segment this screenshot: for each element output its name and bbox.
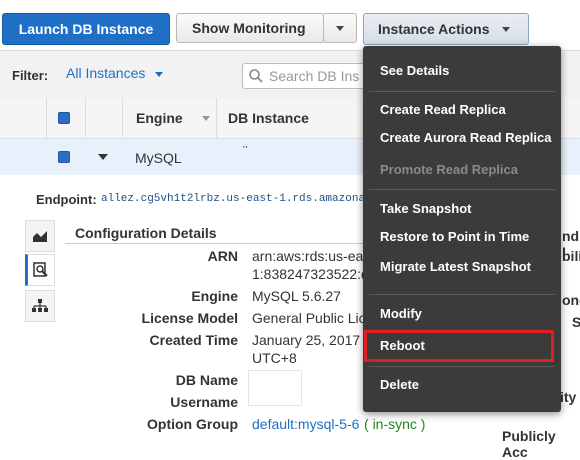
filter-dropdown-value: All Instances [66,65,146,81]
right-fragment: bili [562,248,580,264]
menu-item-see-details[interactable]: See Details [380,63,449,78]
chevron-down-icon [155,71,164,77]
license-model-value: General Public Lic [252,310,366,326]
arn-label: ARN [207,248,238,264]
search-box[interactable]: Search DB Ins [242,63,382,89]
config-section-header: Configuration Details [65,223,365,244]
endpoint-value: allez.cg5vh1t2lrbz.us-east-1.rds.amazona [101,193,366,205]
filter-label: Filter: [12,68,49,83]
right-fragment: ity [560,389,577,405]
section-title: Configuration Details [75,225,217,241]
row-engine: MySQL [135,150,182,166]
menu-item-restore-to-point-in-time[interactable]: Restore to Point in Time [380,229,529,244]
option-group-status: ( in-sync ) [364,416,426,432]
menu-item-take-snapshot[interactable]: Take Snapshot [380,201,472,216]
area-chart-icon [33,231,47,242]
right-fragment: S [572,314,580,330]
column-header-engine[interactable]: Engine [136,110,183,126]
tab-hierarchy[interactable] [25,290,55,322]
menu-item-promote-read-replica: Promote Read Replica [380,162,518,177]
engine-label: Engine [191,288,238,304]
menu-item-delete[interactable]: Delete [380,377,419,392]
tab-details[interactable] [25,254,55,286]
right-fragment: Publicly Acc [502,428,556,460]
arn-value-line2: 1:838247323522:d [252,266,369,282]
option-group-label: Option Group [147,416,238,432]
menu-item-create-aurora-read-replica[interactable]: Create Aurora Read Replica [380,130,551,145]
search-icon [249,69,263,83]
row-db-instance[interactable]: ¨ [243,143,248,159]
menu-item-create-read-replica[interactable]: Create Read Replica [380,102,506,117]
menu-item-migrate-latest-snapshot[interactable]: Migrate Latest Snapshot [380,259,531,274]
show-monitoring-label: Show Monitoring [192,20,306,36]
show-monitoring-button[interactable]: Show Monitoring [176,13,324,43]
menu-divider [369,294,555,295]
menu-divider [369,366,555,367]
launch-db-instance-label: Launch DB Instance [18,21,154,37]
reboot-highlight-box [364,330,554,362]
menu-divider [369,189,555,190]
created-time-value-line1: January 25, 2017 ; [252,332,368,348]
menu-item-modify[interactable]: Modify [380,306,422,321]
show-monitoring-dropdown-button[interactable] [323,13,357,43]
hierarchy-icon [32,299,48,312]
endpoint-label: Endpoint: [36,192,97,207]
search-input-placeholder: Search DB Ins [269,68,360,84]
expand-caret-icon[interactable] [98,154,108,160]
username-label: Username [170,394,238,410]
engine-value: MySQL 5.6.27 [252,288,341,304]
instance-actions-button[interactable]: Instance Actions [363,13,529,45]
db-name-label: DB Name [175,372,238,388]
arn-value-line1: arn:aws:rds:us-east- [252,248,379,264]
option-group-link[interactable]: default:mysql-5-6 [252,416,359,432]
filter-dropdown[interactable]: All Instances [66,65,164,81]
db-name-value-box [248,370,302,406]
created-time-label: Created Time [149,332,238,348]
launch-db-instance-button[interactable]: Launch DB Instance [2,13,170,45]
row-checkbox[interactable] [58,151,70,163]
column-header-db-instance[interactable]: DB Instance [228,110,309,126]
sort-icon[interactable] [202,116,210,121]
chevron-down-icon [501,26,510,32]
magnifier-document-icon [33,262,48,277]
created-time-value-line2: UTC+8 [252,350,297,366]
tab-monitoring[interactable] [25,220,55,252]
select-all-checkbox[interactable] [58,112,70,124]
menu-divider [369,91,555,92]
instance-actions-label: Instance Actions [378,21,490,37]
chevron-down-icon [336,25,344,31]
option-group-status-text: in-sync [372,416,417,432]
right-fragment: one [562,292,580,308]
license-model-label: License Model [141,310,238,326]
